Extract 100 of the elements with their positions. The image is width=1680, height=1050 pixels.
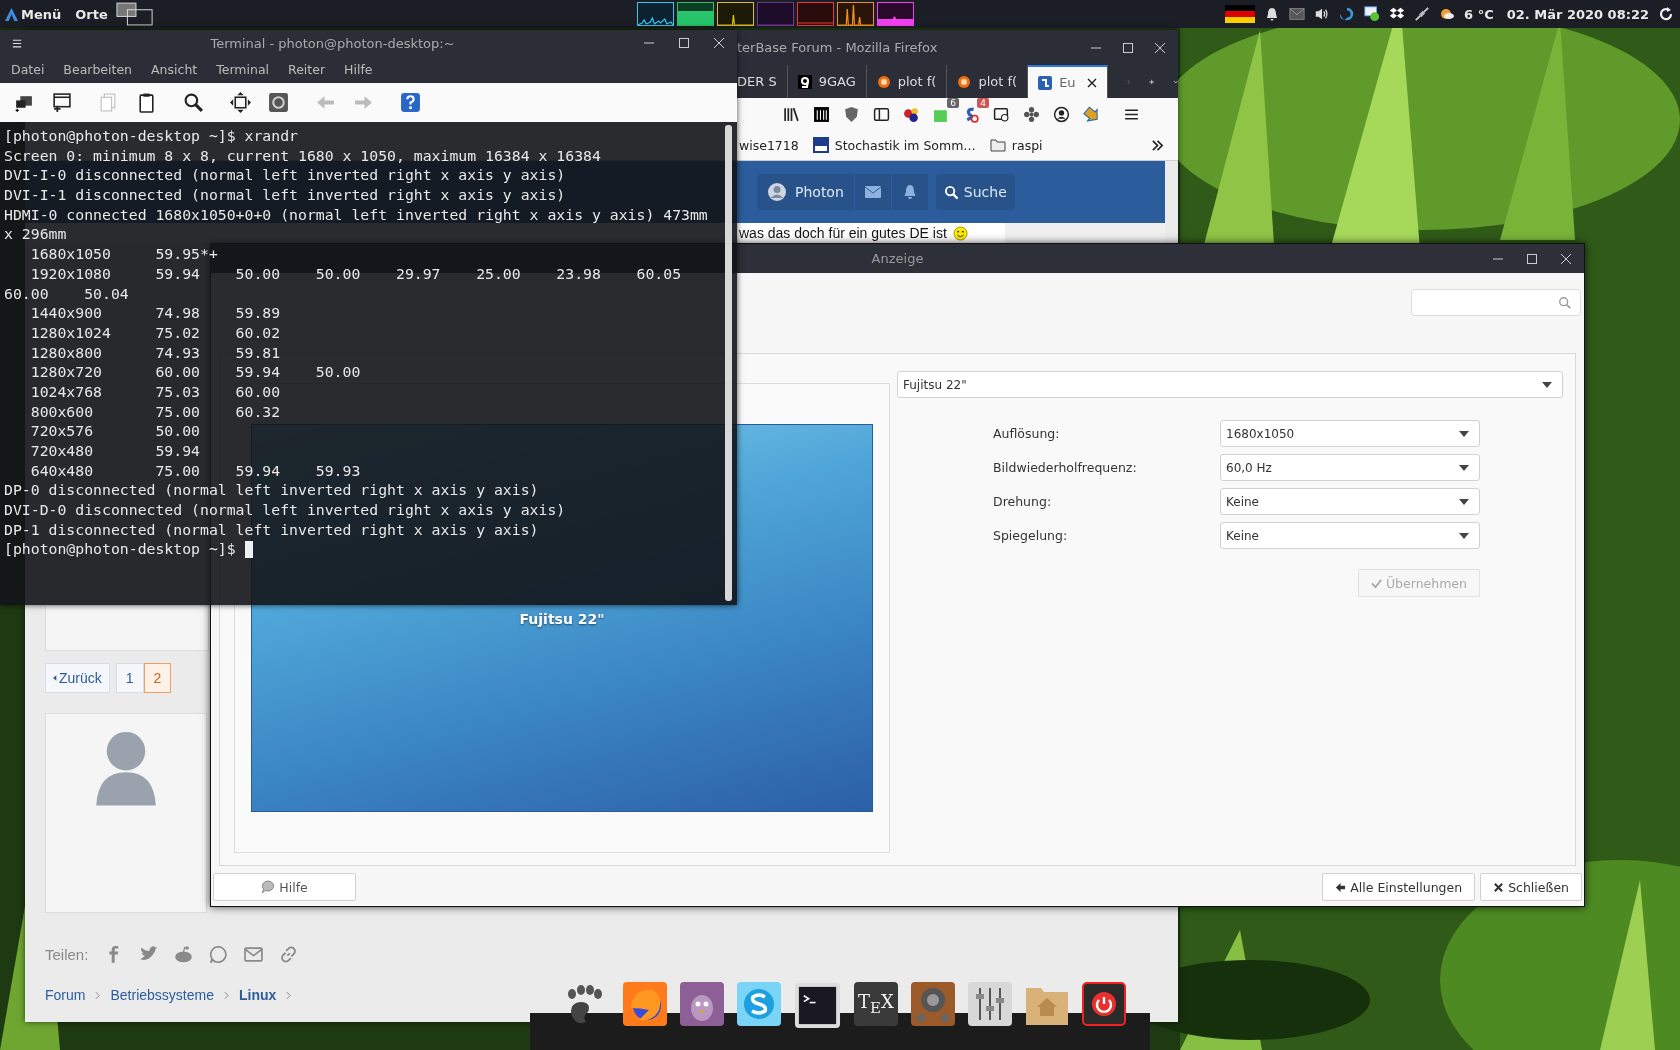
browser-icon[interactable]	[623, 982, 667, 1026]
keyboard-layout-flag-icon[interactable]	[1225, 5, 1256, 23]
sidebar-icon[interactable]	[873, 105, 890, 123]
preferences-icon[interactable]	[268, 92, 289, 113]
close-icon[interactable]	[713, 37, 725, 49]
back-button[interactable]: Zurück	[45, 663, 110, 693]
speech-bubble-icon	[261, 880, 276, 894]
check-icon	[1370, 577, 1382, 589]
menu-button[interactable]: Menü	[21, 6, 62, 22]
temperature-text: 6 °C	[1464, 6, 1494, 22]
nine-logo-icon	[797, 74, 812, 89]
terminal-line: 800x600 75.00 60.32	[29, 401, 282, 422]
terminal-line: DVI-I-1 disconnected (normal left inverted right x axis y axis)	[4, 185, 567, 205]
breadcrumb-link[interactable]: Linux	[238, 987, 277, 1003]
terminal-icon[interactable]	[794, 982, 841, 1029]
weather-icon	[1439, 6, 1456, 22]
scrollbar[interactable]	[725, 125, 732, 601]
terminal-line: 1920x1080 59.94 50.00 50.00 29.97 25.00 23.98 60.05	[29, 263, 683, 284]
search-field[interactable]	[1411, 289, 1581, 316]
mixer-icon[interactable]	[968, 982, 1012, 1026]
shield-icon[interactable]	[843, 105, 860, 123]
balls-icon[interactable]	[903, 105, 920, 123]
menu-logo-icon[interactable]	[4, 6, 19, 22]
speaker-icon[interactable]	[911, 982, 955, 1026]
menu-item[interactable]: Datei	[11, 62, 45, 77]
clock-text[interactable]: 02. Mär 2020 08:22	[1506, 6, 1649, 22]
link-icon[interactable]	[279, 944, 299, 964]
share-label: Teilen:	[45, 945, 89, 963]
dropdown-arrow-icon	[1459, 464, 1469, 471]
move-icon[interactable]	[230, 92, 251, 113]
search-icon[interactable]	[183, 92, 204, 113]
monitor-graph	[876, 2, 914, 26]
setting-dropdown[interactable]: 1680x1050	[1220, 420, 1480, 447]
mail-icon[interactable]	[1289, 6, 1306, 22]
page-link[interactable]: 1	[115, 663, 144, 693]
bird-app-icon[interactable]	[680, 982, 724, 1026]
setting-dropdown[interactable]: Keine	[1220, 488, 1480, 515]
arrow-left-icon	[1335, 881, 1347, 893]
close-icon[interactable]	[1560, 253, 1572, 265]
bookmark[interactable]: wise1718	[739, 137, 799, 153]
tex-app-icon[interactable]: T$_{E}$X	[854, 982, 898, 1026]
power-icon[interactable]	[1082, 982, 1126, 1026]
menu-item[interactable]: Ansicht	[151, 62, 198, 77]
smiley-icon	[952, 225, 968, 241]
places-button[interactable]: Orte	[75, 6, 108, 22]
user-button[interactable]: Photon	[757, 174, 855, 210]
breadcrumb-link[interactable]: Forum	[45, 987, 86, 1003]
new-window-icon[interactable]	[51, 92, 72, 113]
chat-app-icon[interactable]	[737, 982, 781, 1026]
terminal-line: HDMI-0 connected 1680x1050+0+0 (normal left inverted right x axis y axis) 473mm	[4, 204, 709, 225]
setting-label: Bildwiederholfrequenz:	[993, 460, 1138, 475]
bookmark[interactable]: raspi	[989, 137, 1043, 153]
chevron-icon	[223, 990, 229, 1000]
menu-item[interactable]: Terminal	[216, 62, 270, 77]
terminal-line: 1024x768 75.03 60.00	[29, 381, 282, 402]
setting-label: Auflösung:	[993, 426, 1061, 441]
help-button[interactable]: Hilfe	[213, 873, 356, 901]
menu-item[interactable]: Hilfe	[344, 62, 373, 77]
columns-icon[interactable]	[813, 105, 830, 123]
close-button[interactable]: Schließen	[1480, 873, 1582, 901]
monitor-dropdown[interactable]: Fujitsu 22"	[897, 371, 1563, 398]
menu-icon[interactable]	[12, 38, 22, 48]
paste-icon[interactable]	[136, 92, 157, 113]
close-icon	[1493, 881, 1505, 893]
setting-label: Spiegelung:	[993, 528, 1069, 543]
breadcrumb-link[interactable]: Betriebssysteme	[110, 987, 214, 1003]
menu-item[interactable]: Bearbeiten	[63, 62, 133, 77]
chat-status-icon[interactable]	[1364, 6, 1381, 22]
post-text: was das doch für ein gutes DE ist	[739, 225, 947, 241]
maximize-icon[interactable]	[1122, 41, 1134, 54]
maximize-icon[interactable]	[1526, 253, 1538, 265]
library-icon[interactable]	[783, 105, 800, 123]
close-tab-icon[interactable]	[1086, 77, 1097, 88]
bookmark[interactable]: Stochastik im Somm…	[812, 137, 976, 153]
chevron-icon	[286, 990, 292, 1000]
browser-tab[interactable]: Eu	[1028, 65, 1108, 98]
page-link[interactable]: 2	[143, 663, 172, 693]
flower-icon[interactable]	[1023, 105, 1040, 123]
screenshot-icon[interactable]	[993, 105, 1010, 123]
window-title: Anzeige	[871, 251, 924, 266]
mail-icon[interactable]	[244, 944, 264, 964]
close-icon[interactable]	[1154, 41, 1166, 54]
more-bookmarks-icon[interactable]	[1151, 138, 1164, 152]
workspace-switcher-icon[interactable]	[115, 1, 154, 27]
help-icon[interactable]	[400, 92, 421, 113]
menu-item[interactable]: Reiter	[288, 62, 326, 77]
terminal-line: DVI-I-0 disconnected (normal left inverted right x axis y axis)	[4, 165, 567, 186]
search-button[interactable]: Suche	[935, 174, 1015, 210]
setting-dropdown[interactable]: 60,0 Hz	[1220, 454, 1480, 481]
arrow-icon[interactable]	[1083, 105, 1100, 123]
maximize-icon[interactable]	[678, 37, 690, 49]
refresh-icon[interactable]	[1658, 6, 1674, 22]
site-logo-icon	[1038, 75, 1053, 90]
swirl-icon[interactable]	[1339, 6, 1356, 22]
plug-icon[interactable]	[1414, 6, 1431, 22]
setting-dropdown[interactable]: Keine	[1220, 522, 1480, 549]
notification-count: 4	[977, 97, 989, 108]
dropdown-arrow-icon	[1459, 532, 1469, 539]
all-settings-button[interactable]: Alle Einstellungen	[1322, 873, 1476, 901]
account-icon[interactable]	[1053, 105, 1070, 123]
